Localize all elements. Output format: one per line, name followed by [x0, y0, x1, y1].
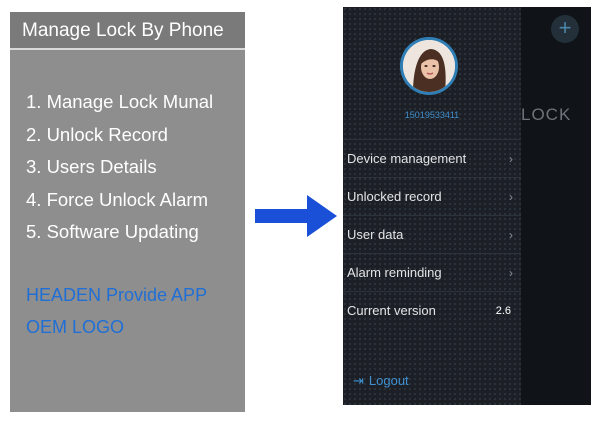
- logout-button[interactable]: ⇥ Logout: [353, 373, 409, 389]
- logout-label: Logout: [368, 373, 409, 388]
- menu-item-label: Current version: [347, 303, 436, 318]
- oem-line-1: HEADEN Provide APP: [26, 285, 208, 305]
- chevron-right-icon: ›: [509, 190, 513, 204]
- user-portrait-icon: [403, 40, 455, 92]
- drawer-menu: Device management › Unlocked record › Us…: [343, 139, 521, 329]
- chevron-right-icon: ›: [509, 228, 513, 242]
- menu-item-label: Alarm reminding: [347, 265, 442, 280]
- feature-item: 1. Manage Lock Munal: [26, 91, 214, 112]
- info-panel: Manage Lock By Phone 1. Manage Lock Muna…: [10, 12, 245, 412]
- oem-line-2: OEM LOGO: [26, 317, 125, 337]
- chevron-right-icon: ›: [509, 266, 513, 280]
- menu-item-unlocked-record[interactable]: Unlocked record ›: [343, 177, 521, 215]
- user-photo: [403, 40, 455, 92]
- version-value: 2.6: [495, 305, 511, 317]
- menu-item-device-management[interactable]: Device management ›: [343, 139, 521, 177]
- logout-icon: ⇥: [353, 373, 364, 388]
- background-page: [521, 7, 591, 405]
- panel-title: Manage Lock By Phone: [10, 12, 245, 50]
- menu-item-label: Device management: [347, 151, 467, 166]
- chevron-right-icon: ›: [509, 152, 513, 166]
- phone-screen: + LOCK 15019533411 Device management › U…: [343, 7, 591, 405]
- feature-item: 3. Users Details: [26, 156, 157, 177]
- menu-item-label: User data: [347, 227, 404, 242]
- background-title: LOCK: [521, 105, 572, 124]
- menu-item-label: Unlocked record: [347, 189, 442, 204]
- account-number: 15019533411: [404, 110, 460, 120]
- menu-item-alarm-reminding[interactable]: Alarm reminding ›: [343, 253, 521, 291]
- feature-list: 1. Manage Lock Munal 2. Unlock Record 3.…: [26, 89, 213, 252]
- feature-item: 4. Force Unlock Alarm: [26, 188, 208, 210]
- plus-icon: +: [558, 15, 572, 40]
- menu-item-user-data[interactable]: User data ›: [343, 215, 521, 253]
- add-button[interactable]: +: [551, 15, 579, 43]
- menu-item-current-version[interactable]: Current version 2.6: [343, 291, 521, 329]
- feature-item: 5. Software Updating: [26, 221, 199, 242]
- right-arrow-icon: [255, 195, 337, 237]
- avatar[interactable]: [400, 37, 458, 95]
- feature-item: 2. Unlock Record: [26, 123, 168, 145]
